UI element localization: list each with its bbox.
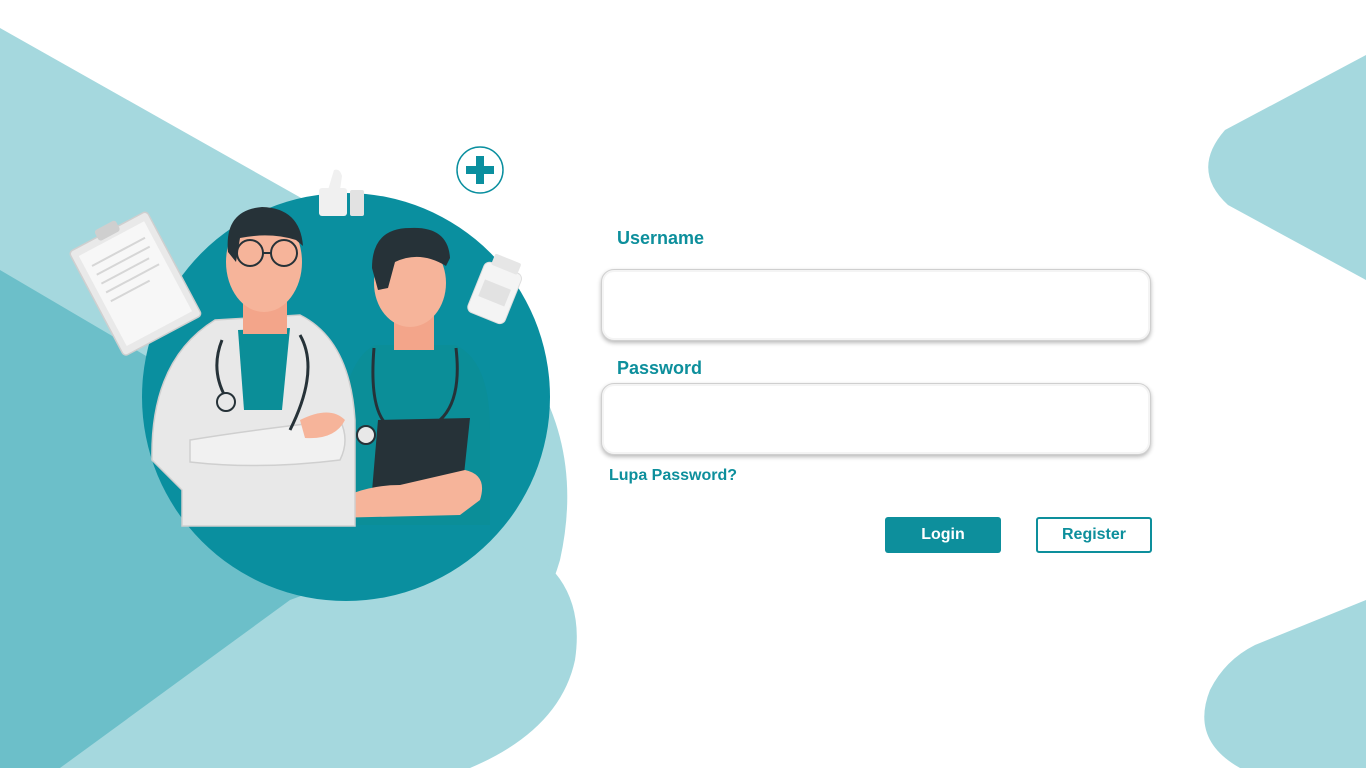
register-button[interactable]: Register — [1036, 517, 1152, 553]
login-button[interactable]: Login — [885, 517, 1001, 553]
forgot-password-link[interactable]: Lupa Password? — [609, 467, 737, 485]
password-input[interactable] — [601, 383, 1151, 455]
right-bottom-shape — [1204, 600, 1366, 768]
plus-icon — [456, 146, 504, 194]
password-label: Password — [617, 358, 703, 378]
username-input[interactable] — [601, 269, 1151, 341]
username-label: Username — [617, 228, 705, 248]
right-top-shape — [1208, 55, 1366, 280]
doctors-illustration — [69, 146, 550, 601]
thumbs-up-icon — [319, 169, 364, 216]
